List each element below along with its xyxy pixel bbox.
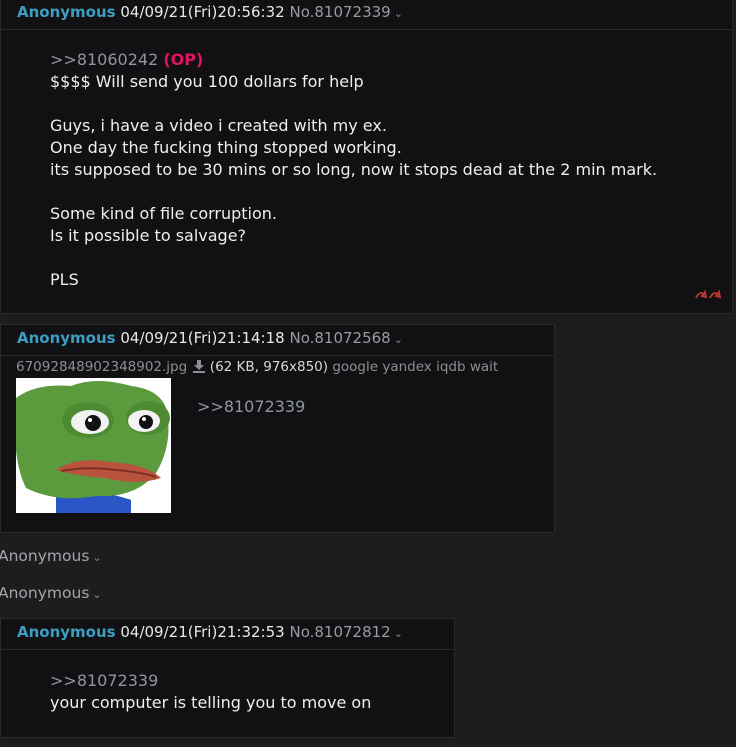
reply-arrow-icon[interactable]: [694, 286, 722, 305]
poster-name: Anonymous: [17, 329, 116, 347]
hidden-post-stub[interactable]: Anonymous ⌄: [0, 584, 102, 602]
reverse-search-links[interactable]: google yandex iqdb wait: [332, 359, 498, 375]
post-message: your computer is telling you to move on: [50, 693, 372, 712]
post-81072812: Anonymous 04/09/21(Fri)21:32:53 No.81072…: [0, 618, 455, 738]
chevron-down-icon[interactable]: ⌄: [394, 7, 403, 20]
op-tag: (OP): [163, 50, 204, 69]
post-header: Anonymous 04/09/21(Fri)21:32:53 No.81072…: [1, 619, 454, 650]
file-name-link[interactable]: 67092848902348902.jpg: [16, 359, 187, 375]
post-datetime: 04/09/21(Fri)21:14:18: [120, 329, 285, 347]
quote-link[interactable]: >>81060242: [50, 50, 158, 69]
file-meta: (62 KB, 976x850): [209, 359, 329, 375]
post-number[interactable]: No.81072339: [289, 3, 390, 21]
quote-link[interactable]: >>81072339: [197, 397, 305, 416]
post-message: $$$$ Will send you 100 dollars for help …: [50, 72, 658, 289]
post-number[interactable]: No.81072568: [289, 329, 390, 347]
poster-name: Anonymous: [17, 3, 116, 21]
poster-name: Anonymous: [17, 623, 116, 641]
chevron-down-icon[interactable]: ⌄: [394, 333, 403, 346]
post-quote-line: >>81060242 (OP): [50, 49, 203, 71]
post-header: Anonymous 04/09/21(Fri)20:56:32 No.81072…: [1, 0, 732, 30]
post-81072568: Anonymous 04/09/21(Fri)21:14:18 No.81072…: [0, 324, 555, 533]
chevron-down-icon[interactable]: ⌄: [92, 588, 101, 601]
file-info: 67092848902348902.jpg (62 KB, 976x850) g…: [16, 359, 498, 377]
hidden-post-stub[interactable]: Anonymous ⌄: [0, 547, 102, 565]
post-datetime: 04/09/21(Fri)20:56:32: [120, 3, 285, 21]
hidden-post-name: Anonymous: [0, 584, 90, 602]
post-header: Anonymous 04/09/21(Fri)21:14:18 No.81072…: [1, 325, 554, 356]
image-thumbnail[interactable]: [16, 378, 171, 513]
download-icon[interactable]: [192, 360, 206, 377]
post-datetime: 04/09/21(Fri)21:32:53: [120, 623, 285, 641]
quote-link[interactable]: >>81072339: [50, 670, 158, 692]
post-81072339: Anonymous 04/09/21(Fri)20:56:32 No.81072…: [0, 0, 733, 314]
hidden-post-name: Anonymous: [0, 547, 90, 565]
chevron-down-icon[interactable]: ⌄: [394, 627, 403, 640]
chevron-down-icon[interactable]: ⌄: [92, 551, 101, 564]
post-number[interactable]: No.81072812: [289, 623, 390, 641]
